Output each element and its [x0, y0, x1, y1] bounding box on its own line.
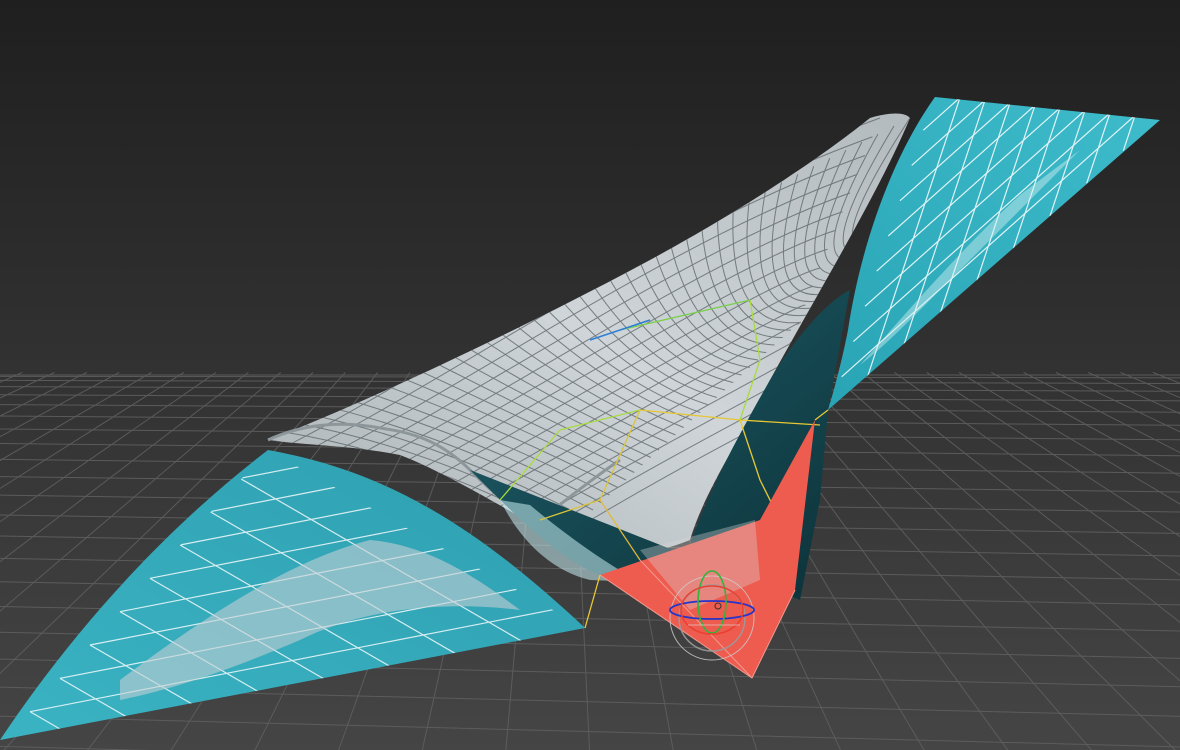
scene-canvas[interactable]	[0, 0, 1180, 750]
viewport-3d[interactable]	[0, 0, 1180, 750]
